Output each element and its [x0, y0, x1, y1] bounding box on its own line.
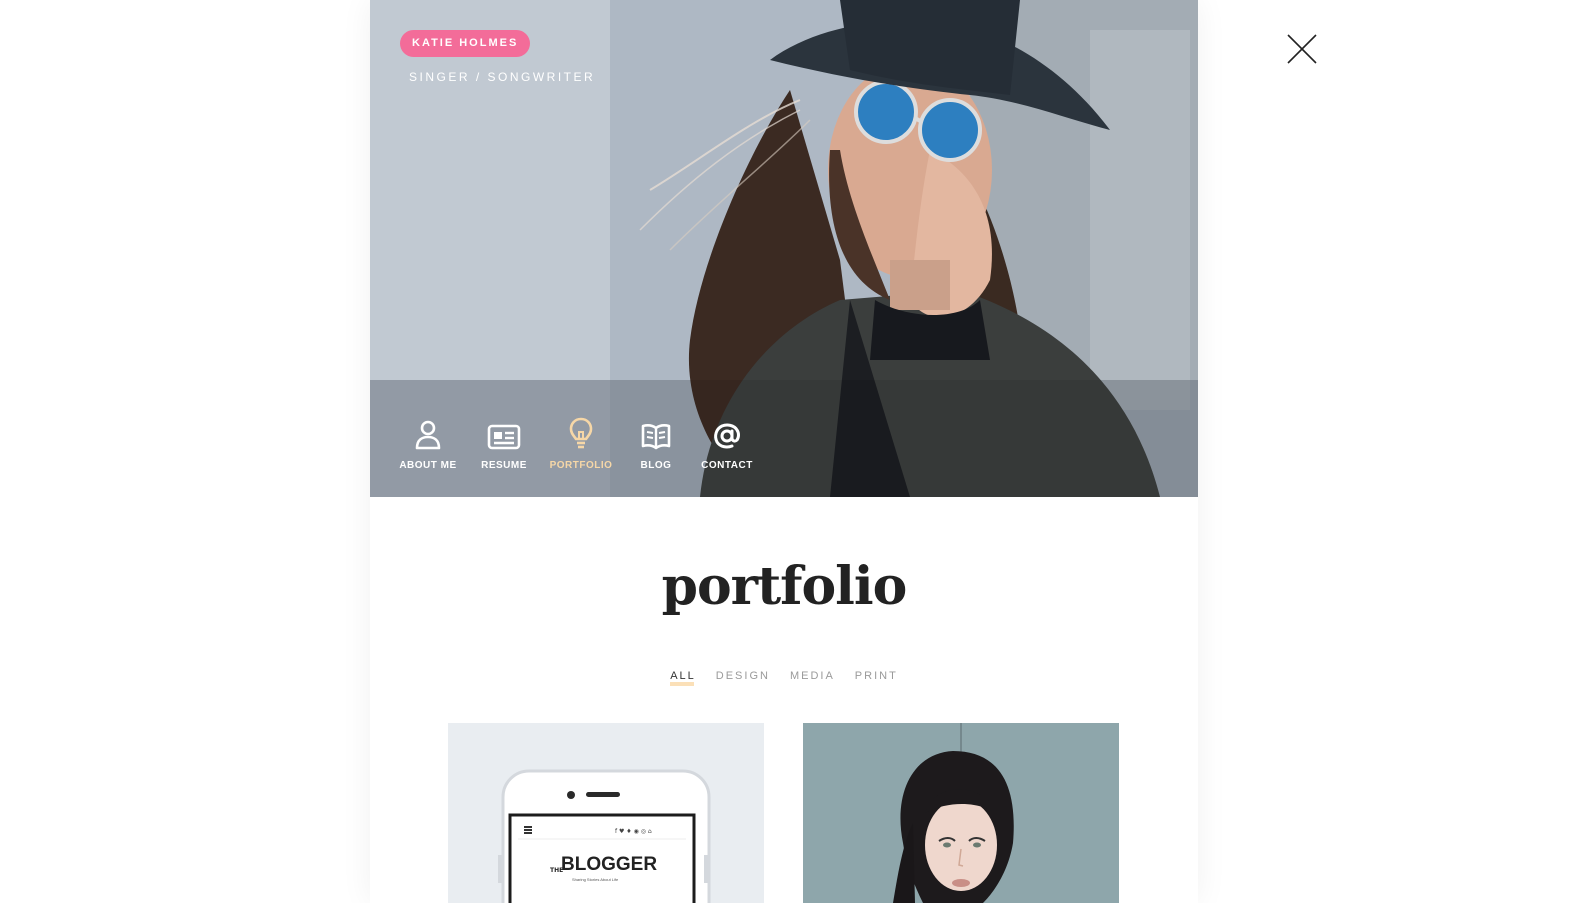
- portfolio-filters: ALL DESIGN MEDIA PRINT: [370, 670, 1198, 686]
- filter-print[interactable]: PRINT: [855, 670, 898, 686]
- book-icon: [641, 424, 671, 450]
- page: KATIE HOLMES SINGER / SONGWRITER ABOUT M…: [0, 0, 1590, 903]
- svg-text:f ♥ ♦ ◉ ◎ ⌂: f ♥ ♦ ◉ ◎ ⌂: [615, 828, 652, 835]
- hero-photo: KATIE HOLMES SINGER / SONGWRITER ABOUT M…: [370, 0, 1198, 497]
- nav-label: CONTACT: [701, 460, 753, 471]
- lightbulb-icon: [569, 417, 593, 449]
- filter-all[interactable]: ALL: [670, 670, 696, 686]
- at-icon: [714, 423, 740, 449]
- close-icon: [1287, 34, 1317, 64]
- nav-item-blog[interactable]: BLOG: [616, 414, 696, 471]
- phone-mockup-image: f ♥ ♦ ◉ ◎ ⌂ THE BLOGGER Sharing Stories …: [448, 723, 764, 903]
- page-title: portfolio: [661, 556, 908, 617]
- nav-label: BLOG: [640, 460, 672, 471]
- close-button[interactable]: [1285, 32, 1319, 66]
- user-icon: [415, 420, 441, 450]
- filter-design[interactable]: DESIGN: [716, 670, 770, 686]
- nav-item-portfolio[interactable]: PORTFOLIO: [546, 414, 616, 471]
- filter-media[interactable]: MEDIA: [790, 670, 835, 686]
- blogger-tagline: Sharing Stories About Life: [572, 877, 619, 882]
- nav-label: RESUME: [481, 460, 527, 471]
- id-card-icon: [487, 424, 521, 450]
- illustration-image: [803, 723, 1119, 903]
- role-subtitle: SINGER / SONGWRITER: [409, 70, 596, 84]
- name-badge: KATIE HOLMES: [400, 30, 531, 57]
- portfolio-item-illustration[interactable]: [803, 723, 1119, 903]
- blogger-logo: BLOGGER: [561, 854, 657, 875]
- portfolio-item-phone-mockup[interactable]: f ♥ ♦ ◉ ◎ ⌂ THE BLOGGER Sharing Stories …: [448, 723, 764, 903]
- main-nav: ABOUT ME RESUME PORTFOLIO BLOG CONTACT: [394, 414, 758, 471]
- profile-card: KATIE HOLMES SINGER / SONGWRITER ABOUT M…: [370, 0, 1198, 903]
- nav-label: PORTFOLIO: [549, 460, 613, 471]
- nav-item-resume[interactable]: RESUME: [462, 414, 546, 471]
- nav-item-about-me[interactable]: ABOUT ME: [394, 414, 462, 471]
- nav-label: ABOUT ME: [399, 460, 457, 471]
- nav-item-contact[interactable]: CONTACT: [696, 414, 758, 471]
